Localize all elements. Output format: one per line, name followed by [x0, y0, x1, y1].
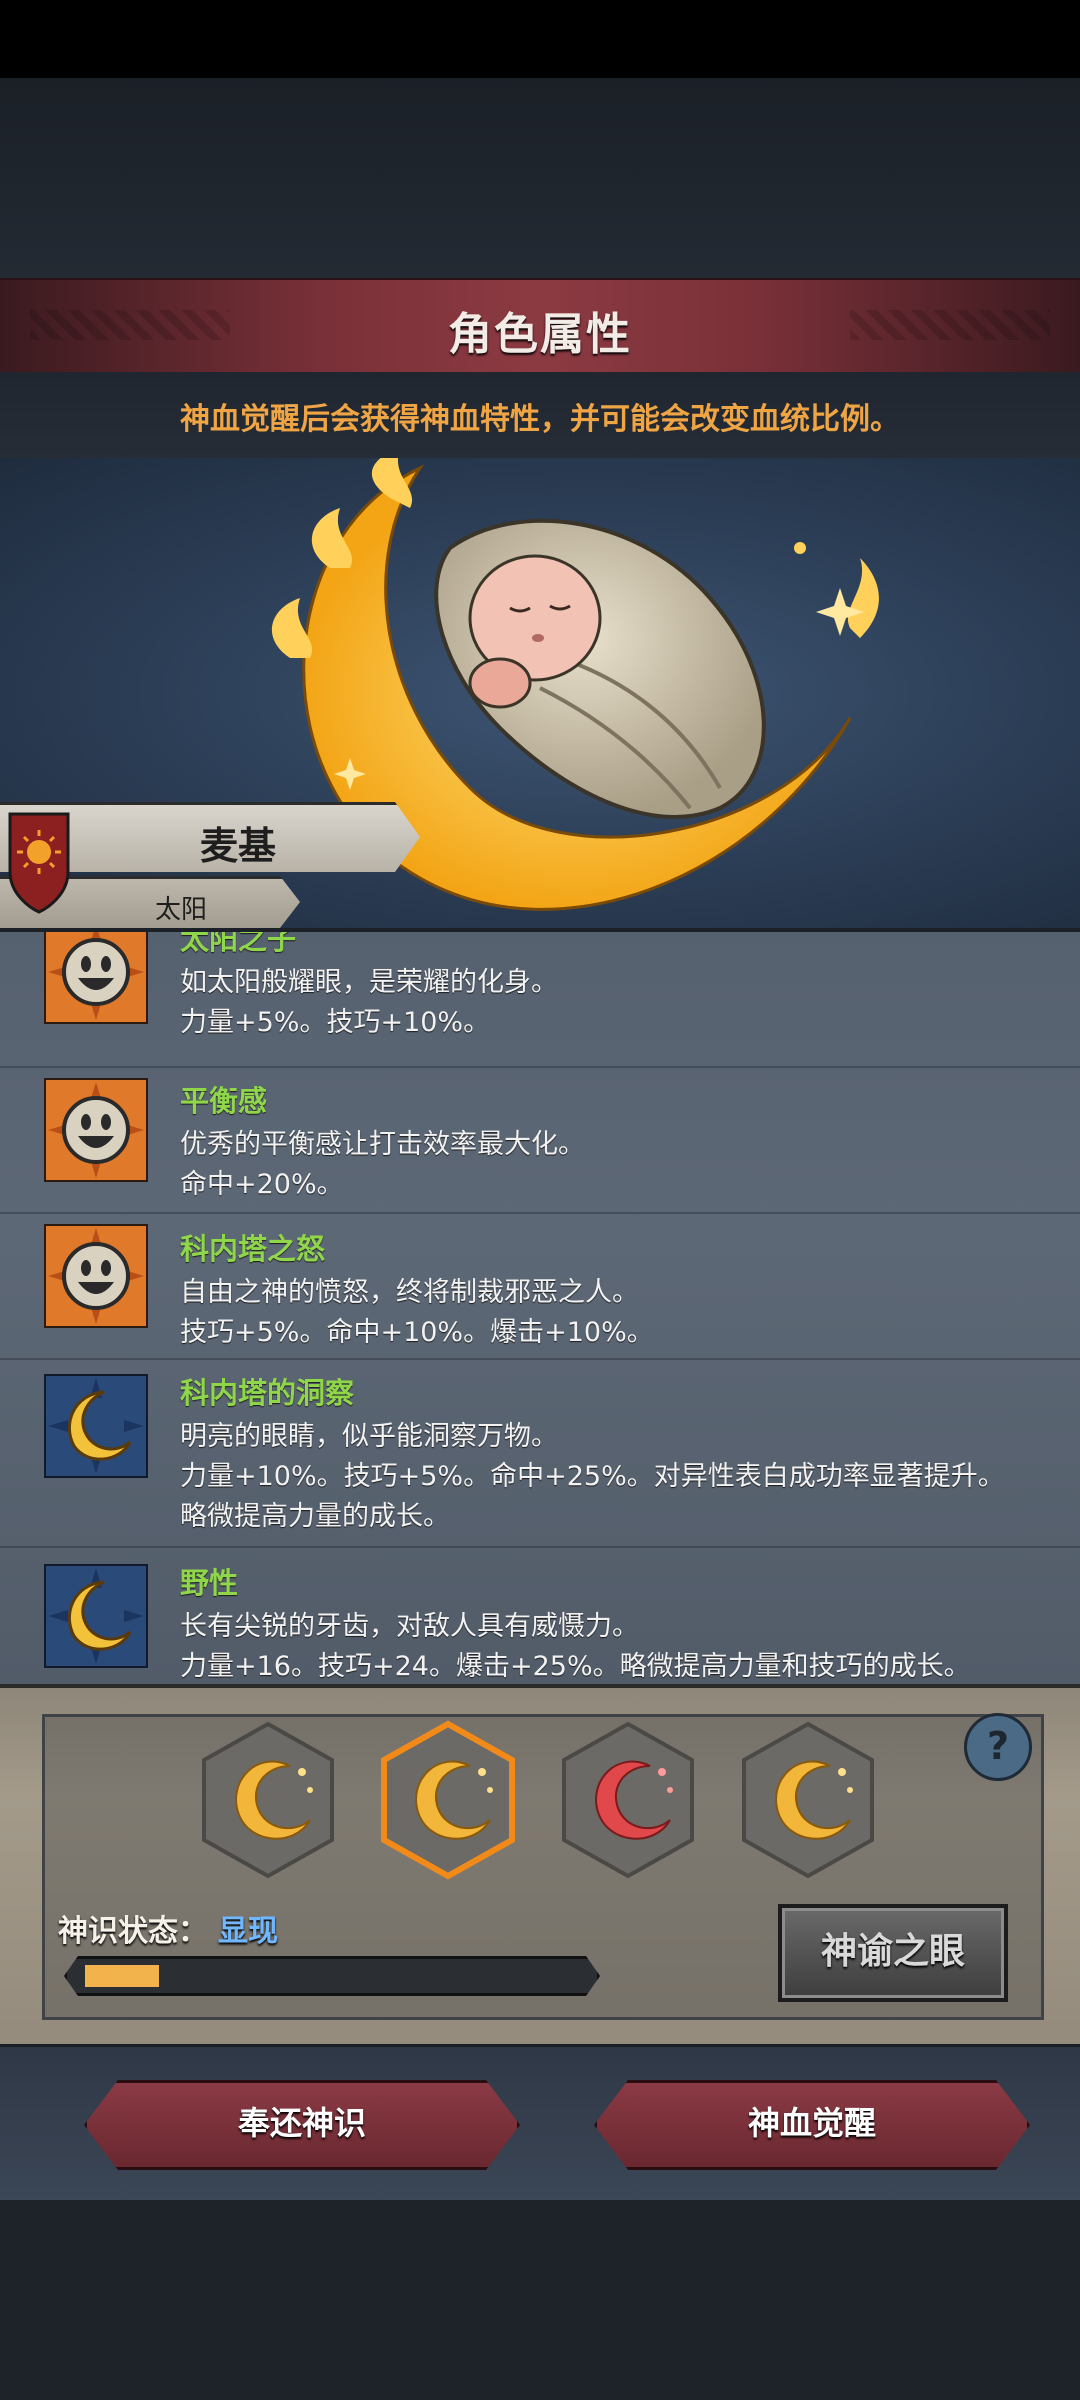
return-divine-button[interactable]: 奉还神识	[84, 2080, 520, 2170]
character-deity: 太阳	[155, 895, 208, 925]
trait-effect: 力量+16。技巧+24。爆击+25%。略微提高力量和技巧的成长。	[180, 1651, 971, 1682]
divine-blood-awaken-button[interactable]: 神血觉醒	[594, 2080, 1030, 2170]
trait-name: 科内塔的洞察	[180, 1376, 355, 1410]
divine-slot-3[interactable]	[558, 1720, 698, 1880]
list-item: 科内塔之怒 自由之神的愤怒，终将制裁邪恶之人。 技巧+5%。命中+10%。爆击+…	[0, 1212, 1080, 1360]
divine-progress-bar	[64, 1956, 600, 1996]
trait-description: 长有尖锐的牙齿，对敌人具有威慑力。	[180, 1611, 639, 1642]
trait-effect: 力量+5%。技巧+10%。	[180, 1007, 491, 1038]
page-subtitle: 神血觉醒后会获得神血特性，并可能会改变血统比例。	[180, 402, 900, 437]
subtitle-band: 神血觉醒后会获得神血特性，并可能会改变血统比例。	[0, 372, 1080, 458]
sun-face-icon	[44, 1078, 148, 1182]
sun-crest-shield-icon	[8, 812, 70, 914]
crescent-moon-icon	[44, 1564, 148, 1668]
sun-face-icon	[44, 1224, 148, 1328]
trait-description: 如太阳般耀眼，是荣耀的化身。	[180, 967, 558, 998]
trait-name: 太阳之子	[180, 932, 297, 956]
sun-face-icon	[44, 932, 148, 1024]
trait-name: 野性	[180, 1566, 239, 1600]
top-backdrop	[0, 78, 1080, 278]
list-item: 野性 长有尖锐的牙齿，对敌人具有威慑力。 力量+16。技巧+24。爆击+25%。…	[0, 1546, 1080, 1684]
bottom-backdrop	[0, 2200, 1080, 2400]
list-item: 平衡感 优秀的平衡感让打击效率最大化。 命中+20%。	[0, 1066, 1080, 1214]
list-item: 科内塔的洞察 明亮的眼睛，似乎能洞察万物。 力量+10%。技巧+5%。命中+25…	[0, 1358, 1080, 1548]
divine-status-value: 显现	[218, 1914, 278, 1949]
trait-description: 自由之神的愤怒，终将制裁邪恶之人。	[180, 1277, 639, 1308]
character-name: 麦基	[200, 824, 277, 868]
divine-status-label: 神识状态：	[58, 1914, 208, 1949]
trait-name: 平衡感	[180, 1084, 268, 1118]
status-bar	[0, 0, 1080, 78]
trait-description: 明亮的眼睛，似乎能洞察万物。	[180, 1421, 558, 1452]
trait-description: 优秀的平衡感让打击效率最大化。	[180, 1129, 585, 1160]
trait-growth: 略微提高力量的成长。	[180, 1501, 450, 1532]
divine-slot-1[interactable]	[198, 1720, 338, 1880]
trait-list[interactable]: 太阳之子 如太阳般耀眼，是荣耀的化身。 力量+5%。技巧+10%。 平衡感 优秀…	[0, 932, 1080, 1684]
divine-slot-4[interactable]	[738, 1720, 878, 1880]
trait-effect: 力量+10%。技巧+5%。命中+25%。对异性表白成功率显著提升。	[180, 1461, 1005, 1492]
page-title: 角色属性	[448, 309, 632, 360]
divine-slot-2[interactable]	[378, 1720, 518, 1880]
trait-effect: 命中+20%。	[180, 1169, 344, 1200]
divine-progress-fill	[85, 1965, 159, 1987]
trait-effect: 技巧+5%。命中+10%。爆击+10%。	[180, 1317, 654, 1348]
oracle-eye-button[interactable]: 神谕之眼	[778, 1904, 1008, 2002]
trait-name: 科内塔之怒	[180, 1232, 326, 1266]
crescent-moon-icon	[44, 1374, 148, 1478]
help-icon[interactable]: ?	[964, 1713, 1032, 1781]
list-item: 太阳之子 如太阳般耀眼，是荣耀的化身。 力量+5%。技巧+10%。	[0, 932, 1080, 1068]
title-banner: 角色属性	[0, 278, 1080, 375]
